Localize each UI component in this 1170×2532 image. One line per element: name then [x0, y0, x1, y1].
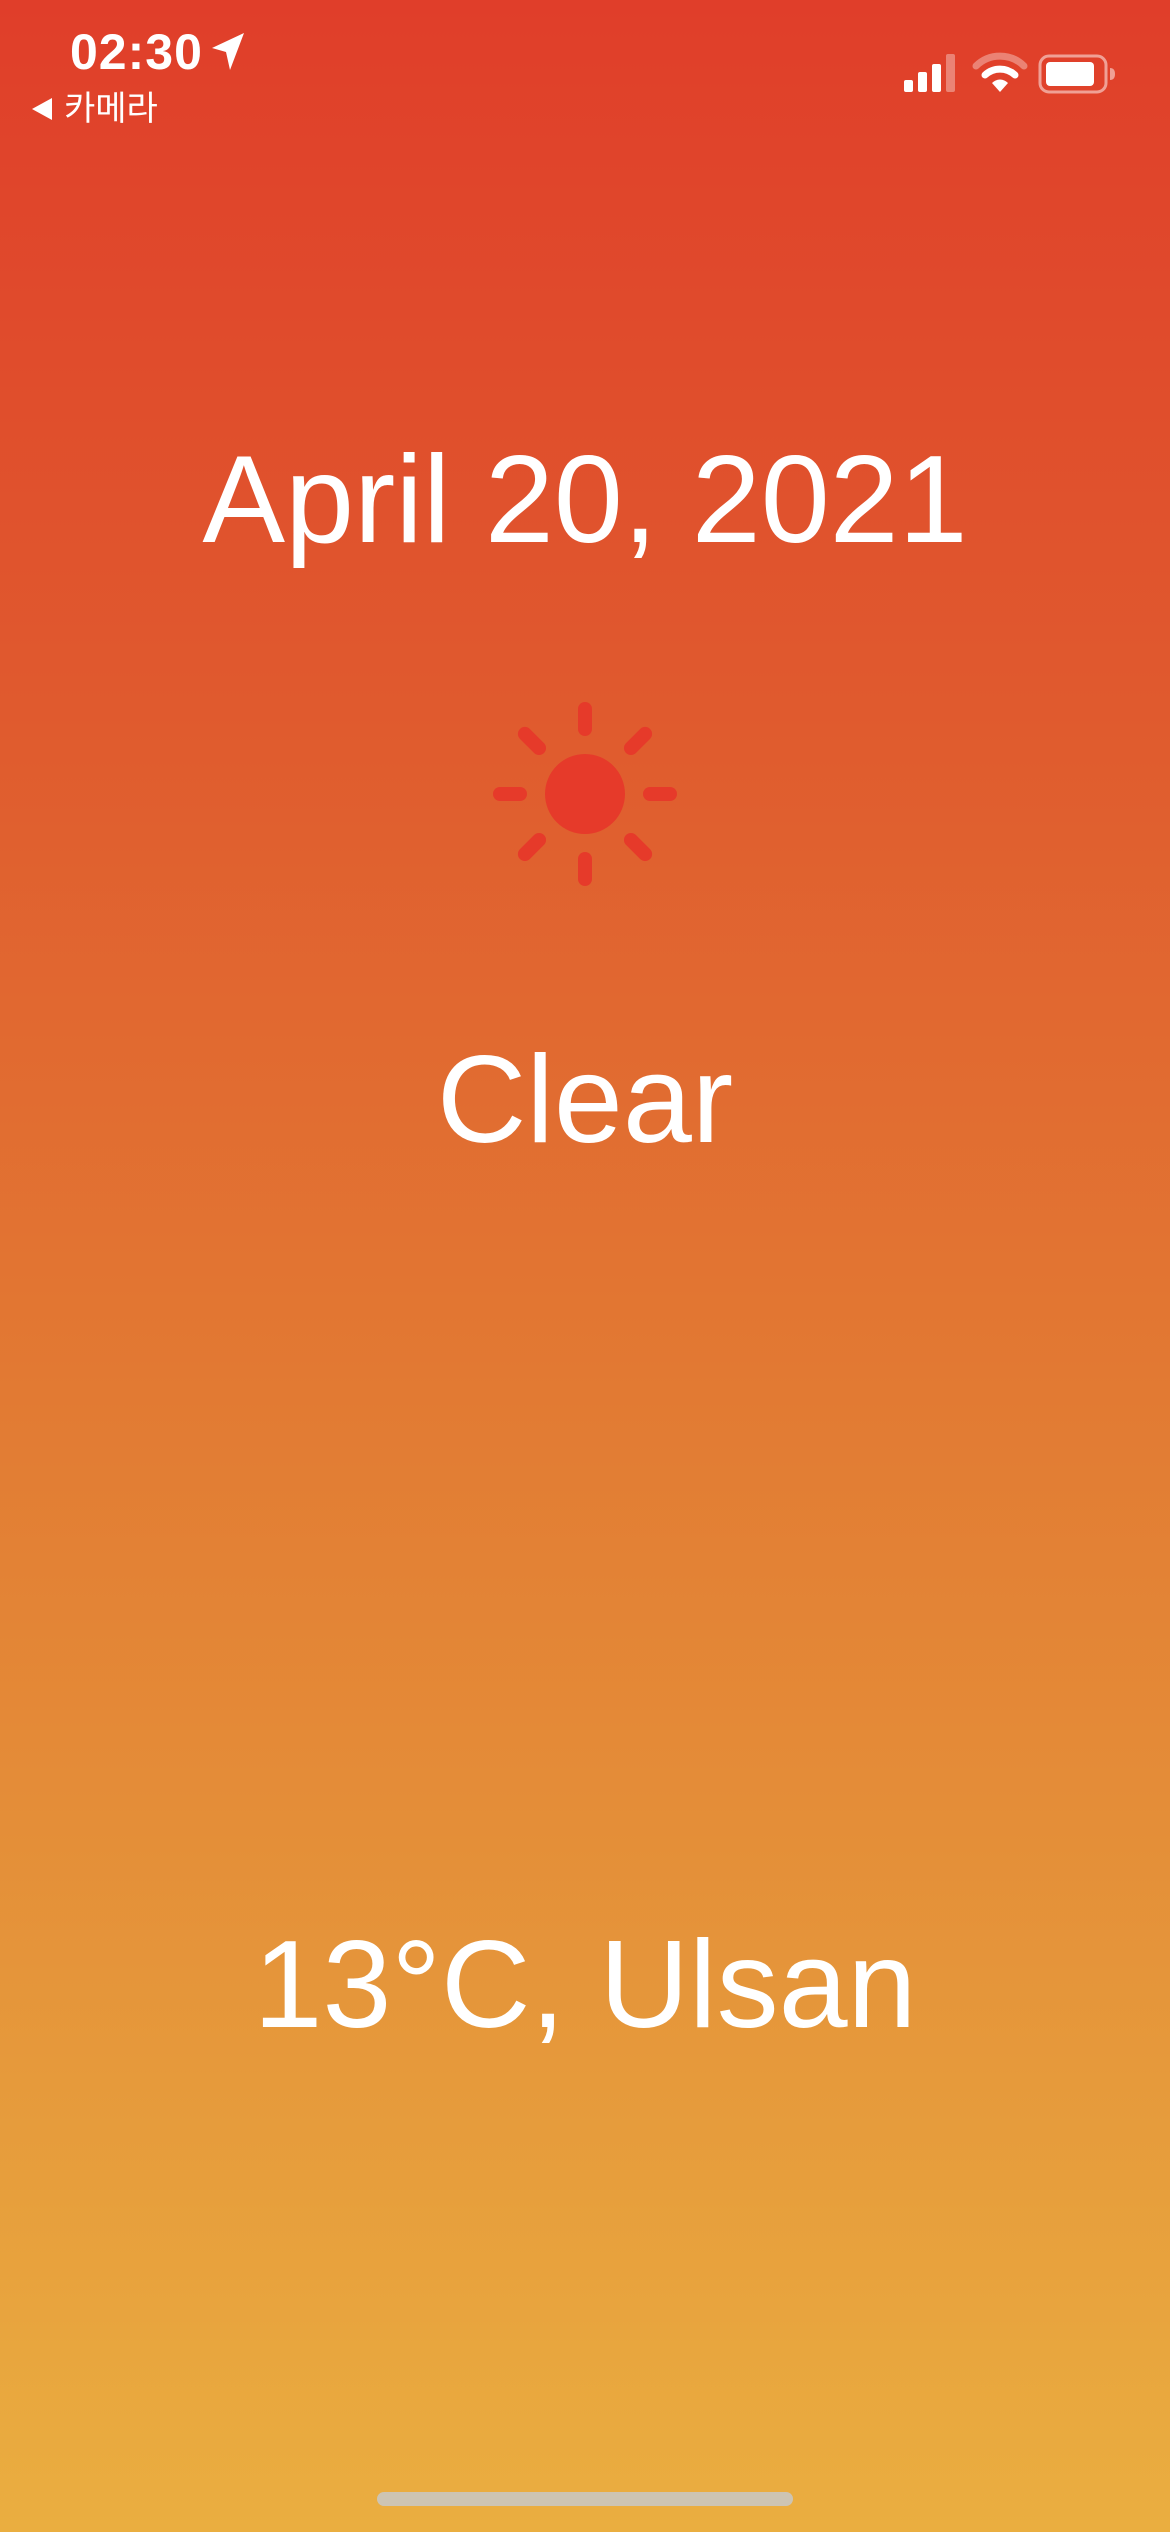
back-triangle-icon: [32, 98, 52, 120]
signal-icon: [904, 54, 955, 92]
back-label: 카메라: [64, 89, 158, 129]
wifi-icon: [972, 52, 1028, 92]
battery-icon: [1038, 54, 1115, 94]
status-bar: 02:30 카메라: [0, 0, 1170, 150]
date-label: April 20, 2021: [202, 431, 968, 569]
temperature-location-label: 13°C, Ulsan: [253, 1916, 917, 2054]
status-time: 02:30: [70, 24, 203, 80]
sun-icon: [493, 702, 677, 886]
location-arrow-icon: [212, 33, 244, 70]
home-indicator[interactable]: [377, 2492, 793, 2506]
weather-condition-label: Clear: [436, 1031, 734, 1169]
back-to-camera-link[interactable]: 카메라: [30, 88, 158, 130]
